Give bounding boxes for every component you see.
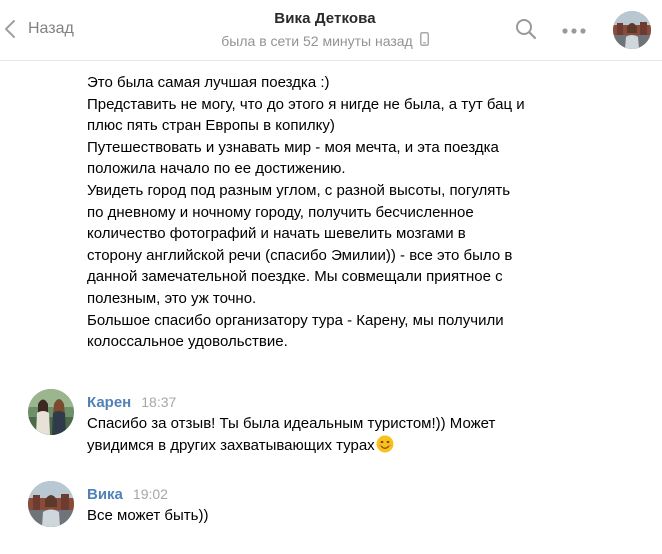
sender-avatar[interactable] [28,481,74,527]
back-button[interactable]: Назад [0,14,74,44]
message-line: сторону английской речи (спасибо Эмилии)… [87,246,513,264]
message-header: Вика 19:02 [87,486,168,503]
contact-info[interactable]: Вика Деткова была в сети 52 минуты назад [200,10,450,49]
message-header: Карен 18:37 [87,394,176,411]
message-body: Это была самая лучшая поездка :) Предста… [87,72,587,353]
message-line: Это была самая лучшая поездка :) [87,74,330,91]
mobile-phone-icon [419,32,429,49]
message-line: плюс пять стран Европы в копилку) [87,117,335,135]
message-line: Путешествовать и узнавать мир - моя мечт… [87,138,499,156]
message-line: Все может быть)) [87,507,209,524]
message-line: полезным, это уж точно. [87,289,257,307]
message-line-with-emoji: увидимся в других захватывающих турах [87,435,587,457]
chevron-left-icon [5,20,15,38]
author-name[interactable]: Карен [87,394,131,411]
online-status-text: была в сети 52 минуты назад [221,32,413,49]
message-line: Большое спасибо организатору тура - Каре… [87,311,504,329]
message-line: увидимся в других захватывающих турах [87,436,375,454]
back-label: Назад [28,20,74,37]
message-body: Спасибо за отзыв! Ты была идеальным тури… [87,413,587,456]
sender-avatar[interactable] [28,389,74,435]
message-line: Спасибо за отзыв! Ты была идеальным тури… [87,415,496,432]
author-name[interactable]: Вика [87,486,123,503]
search-icon[interactable] [515,18,537,45]
message-line: колоссальное удовольствие. [87,333,288,351]
message-line: Увидеть город под разным углом, с разной… [87,181,511,199]
more-options-icon[interactable] [562,22,586,40]
message-body: Все может быть)) [87,505,587,527]
message-time[interactable]: 18:37 [141,394,176,410]
message-line: положила начало по ее достижению. [87,160,346,178]
message-line: Представить не могу, что до этого я нигд… [87,95,525,113]
message-line: данной замечательной поездке. Мы совмеща… [87,268,503,286]
message-line: по дневному и ночному городу, получить б… [87,203,474,221]
contact-name[interactable]: Вика Деткова [200,10,450,27]
online-status: была в сети 52 минуты назад [200,32,450,49]
smiling-face-emoji [376,435,394,453]
contact-avatar[interactable] [613,11,651,49]
message-line: количество фотографий и начать шевелить … [87,225,466,243]
message-time[interactable]: 19:02 [133,486,168,502]
chat-header: Назад Вика Деткова была в сети 52 минуты… [0,0,662,61]
